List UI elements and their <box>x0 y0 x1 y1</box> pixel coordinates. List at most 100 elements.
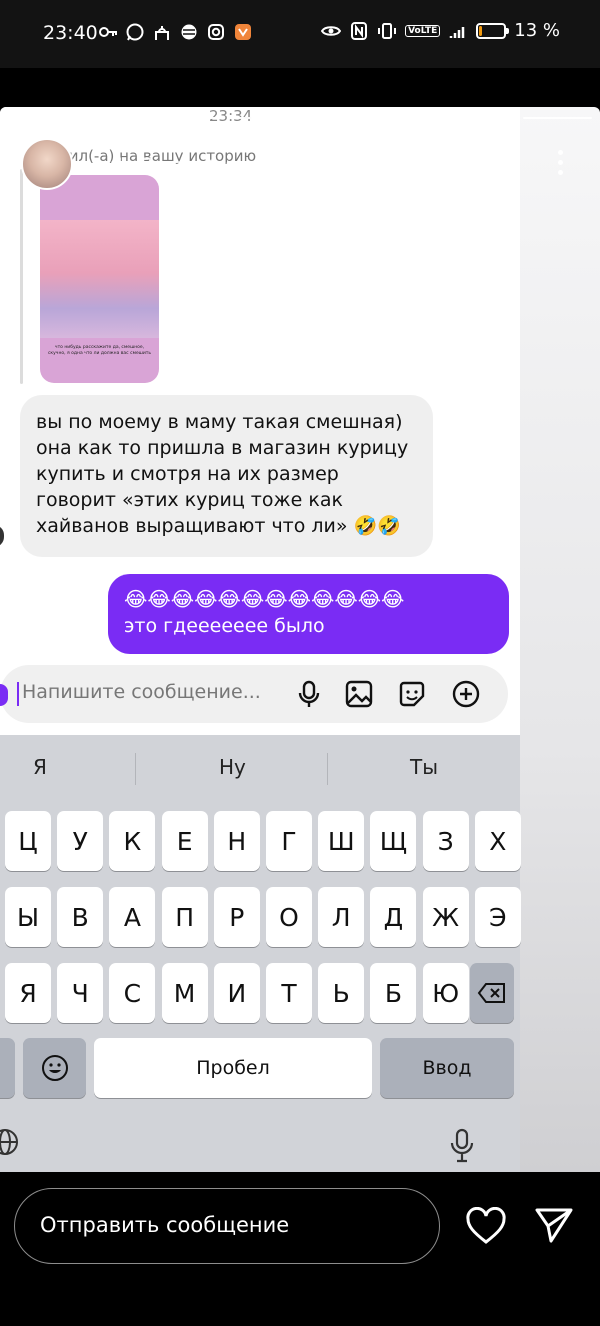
nfc-icon <box>351 21 368 40</box>
whatsapp-icon <box>126 23 144 41</box>
chat-timestamp: 23:34 <box>209 107 253 125</box>
letter-key: Т <box>266 963 312 1023</box>
progress-segment <box>449 117 519 119</box>
battery-level <box>479 25 483 36</box>
send-direct-icon[interactable] <box>534 1206 574 1244</box>
letter-key: С <box>109 963 156 1023</box>
letter-key: В <box>57 887 104 947</box>
system-status-bar: 23:40 VoLTE 13 % <box>0 0 600 68</box>
emoji-key <box>23 1038 86 1098</box>
story-author-name[interactable]: zubeikaa <box>93 155 184 176</box>
progress-segment <box>155 117 225 119</box>
letter-key: А <box>109 887 156 947</box>
story-chat-screenshot: 23:34 тил(-а) на вашу историю что нибудь… <box>0 107 521 1172</box>
letter-key: Г <box>266 811 312 871</box>
backspace-icon <box>477 983 505 1003</box>
story-age: 1 дн. <box>207 157 252 177</box>
letter-key: Ц <box>5 811 51 871</box>
keyboard: Я Ну Ты ЦУКЕНГШЩЗХЫВАПРОЛДЖЭЯЧСМИТЬБЮ Пр… <box>0 735 521 1172</box>
letter-key: К <box>109 811 156 871</box>
progress-segment <box>228 117 298 119</box>
story-author-avatar[interactable] <box>21 138 73 190</box>
vibrate-icon <box>378 22 397 39</box>
letter-key: О <box>266 887 312 947</box>
letter-key: Ш <box>318 811 365 871</box>
letter-key: Щ <box>370 811 417 871</box>
globe-icon <box>0 1129 18 1155</box>
letter-key: М <box>161 963 208 1023</box>
suggestion-2: Ну <box>219 755 246 779</box>
outgoing-emoji: 😂😂😂😂😂😂😂😂😂😂😂😂 <box>124 587 405 611</box>
reply-quote-bar <box>20 169 23 384</box>
symbols-key <box>0 1038 15 1098</box>
composer-placeholder: Напишите сообщение... <box>22 681 261 703</box>
backspace-key <box>470 963 514 1023</box>
story-thumbnail: что нибудь расскажите да, смешное, скучн… <box>40 175 159 383</box>
letter-key: Ж <box>422 887 469 947</box>
eye-icon <box>321 25 342 36</box>
app-globe-icon <box>181 24 197 40</box>
instagram-icon <box>208 24 224 40</box>
incoming-message: вы по моему в маму такая смешная) она ка… <box>20 395 433 557</box>
letter-key: Х <box>474 811 521 871</box>
letter-key: Б <box>370 963 417 1023</box>
story-viewer[interactable]: 23:34 тил(-а) на вашу историю что нибудь… <box>0 107 600 1172</box>
progress-segment <box>8 117 78 119</box>
system-indicators: VoLTE 13 % <box>321 20 560 41</box>
battery-icon <box>476 22 510 39</box>
progress-segment <box>522 117 592 119</box>
letter-key: П <box>161 887 208 947</box>
add-icon <box>452 680 480 708</box>
letter-key: Я <box>5 963 51 1023</box>
monkey-photo <box>40 220 159 338</box>
outgoing-text: это гдеееееее было <box>124 615 325 637</box>
letter-key: Э <box>474 887 521 947</box>
message-composer: Напишите сообщение... <box>0 665 508 723</box>
outgoing-message: 😂😂😂😂😂😂😂😂😂😂😂😂 это гдеееееее было <box>108 574 509 654</box>
suggestion-divider <box>327 753 328 785</box>
space-key: Пробел <box>94 1038 372 1098</box>
suggestion-3: Ты <box>410 755 439 779</box>
dot <box>557 169 563 175</box>
send-message-field[interactable]: Отправить сообщение <box>14 1188 440 1264</box>
keyboard-mic-icon <box>450 1128 474 1163</box>
letter-key: Р <box>213 887 260 947</box>
volte-badge: VoLTE <box>405 24 441 37</box>
send-message-placeholder: Отправить сообщение <box>40 1213 290 1237</box>
letter-key: Е <box>161 811 208 871</box>
dot <box>557 149 563 155</box>
letter-key: Ю <box>422 963 469 1023</box>
letter-key: У <box>57 811 104 871</box>
enter-key: Ввод <box>380 1038 514 1098</box>
notification-icons <box>98 22 253 42</box>
suggestion-strip: Я Ну Ты <box>0 735 520 801</box>
microphone-icon <box>298 680 320 707</box>
progress-segment <box>81 117 151 119</box>
dot <box>557 159 563 165</box>
key-icon <box>99 27 117 37</box>
suggestion-divider <box>135 753 136 785</box>
progress-segment <box>375 117 445 119</box>
shield-app-icon <box>235 24 251 40</box>
suggestion-1: Я <box>33 755 47 779</box>
clock: 23:40 <box>43 22 98 44</box>
letter-key: Н <box>213 811 260 871</box>
signal-icon <box>450 26 465 38</box>
more-options-button[interactable] <box>550 147 570 177</box>
text-caret <box>17 682 19 706</box>
emoji-icon <box>41 1055 68 1081</box>
sender-avatar-edge <box>0 525 4 547</box>
letter-key: Л <box>318 887 365 947</box>
sticker-icon <box>399 681 425 707</box>
story-progress-bar <box>8 117 592 119</box>
letter-key: И <box>213 963 260 1023</box>
letter-key: Д <box>370 887 417 947</box>
like-heart-icon[interactable] <box>466 1207 506 1245</box>
battery-percent: 13 % <box>514 20 560 41</box>
letter-key: Ы <box>5 887 51 947</box>
camera-button-edge <box>0 684 8 706</box>
letter-key: Ь <box>318 963 365 1023</box>
letter-key: З <box>422 811 469 871</box>
letter-key: Ч <box>57 963 104 1023</box>
progress-segment <box>302 117 372 119</box>
